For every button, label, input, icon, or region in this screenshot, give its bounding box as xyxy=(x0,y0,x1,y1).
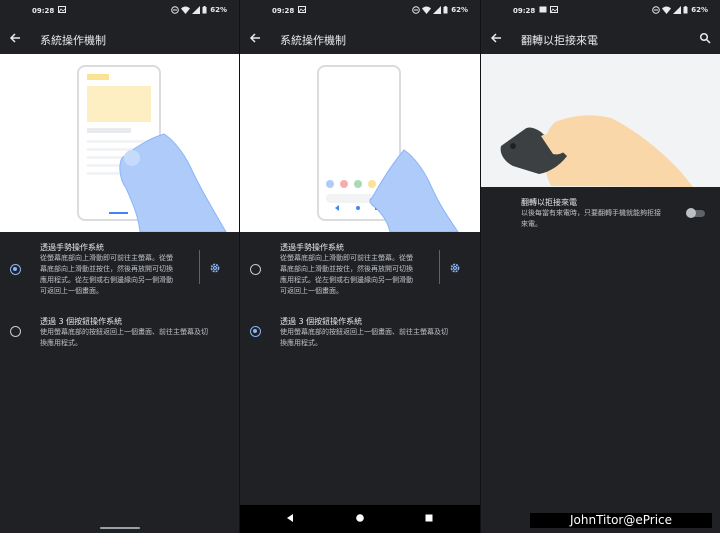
setting-desc-line: 以後每當有來電時，只要翻轉手機就能夠拒接 xyxy=(521,209,661,217)
photo-icon xyxy=(550,6,558,13)
app-bar: 系統操作機制 xyxy=(240,26,480,52)
flip-to-reject-setting[interactable]: 翻轉以拒接來電 以後每當有來電時，只要翻轉手機就能夠拒接 來電。 xyxy=(481,195,720,231)
option-title: 透過 3 個按鈕操作系統 xyxy=(280,317,363,326)
navigation-bar xyxy=(240,505,480,533)
option-desc-line: 從螢幕底部向上滑動即可前往主螢幕。從螢 xyxy=(280,254,413,262)
toggle-knob xyxy=(686,208,696,218)
signal-icon xyxy=(673,6,682,14)
photo-icon xyxy=(58,6,66,13)
page-title: 翻轉以拒接來電 xyxy=(521,34,598,47)
gesture-selected-screen: 09:28 62% 系統操作機制 透過手勢操作系統 從螢幕底部向上滑動即可前往主… xyxy=(0,0,239,533)
page-title: 系統操作機制 xyxy=(40,34,106,47)
search-icon[interactable] xyxy=(699,32,711,44)
option-desc-line: 換應用程式。 xyxy=(40,339,82,347)
wifi-icon xyxy=(662,6,672,14)
wifi-icon xyxy=(181,6,191,14)
dnd-icon xyxy=(171,6,180,14)
watermark: JohnTitor@ePrice xyxy=(530,513,712,528)
option-desc-line: 幕底部向上滑動並按住，然後再放開可切換 xyxy=(40,265,173,273)
option-desc-line: 應用程式。從左側或右側邊緣向另一側滑動 xyxy=(40,276,173,284)
three-button-illustration xyxy=(240,54,480,232)
gear-icon[interactable] xyxy=(209,262,221,274)
option-desc-line: 應用程式。從左側或右側邊緣向另一側滑動 xyxy=(280,276,413,284)
three-button-navigation-option[interactable]: 透過 3 個按鈕操作系統 使用螢幕底部的按鈕返回上一個畫面、前往主螢幕及切 換應… xyxy=(240,312,480,350)
option-desc-line: 可返回上一個畫面。 xyxy=(280,287,343,295)
photo-icon xyxy=(298,6,306,13)
option-desc-line: 使用螢幕底部的按鈕返回上一個畫面、前往主螢幕及切 xyxy=(280,328,448,336)
phone-buttons-image xyxy=(317,65,459,232)
recents-square-icon[interactable] xyxy=(424,513,434,523)
signal-icon xyxy=(192,6,201,14)
page-title: 系統操作機制 xyxy=(280,34,346,47)
status-bar: 09:28 62% xyxy=(240,0,480,22)
gesture-radio[interactable] xyxy=(250,264,261,275)
option-desc-line: 幕底部向上滑動並按住，然後再放開可切換 xyxy=(280,265,413,273)
dnd-icon xyxy=(412,6,421,14)
back-arrow-icon[interactable] xyxy=(490,32,502,44)
setting-desc-line: 來電。 xyxy=(521,220,542,228)
gesture-navigation-option[interactable]: 透過手勢操作系統 從螢幕底部向上滑動即可前往主螢幕。從螢 幕底部向上滑動並按住，… xyxy=(0,236,239,298)
battery-icon xyxy=(443,6,448,14)
divider xyxy=(439,250,440,284)
gesture-navigation-option[interactable]: 透過手勢操作系統 從螢幕底部向上滑動即可前往主螢幕。從螢 幕底部向上滑動並按住，… xyxy=(240,236,480,298)
flip-toggle[interactable] xyxy=(686,208,705,218)
dnd-icon xyxy=(652,6,661,14)
gesture-radio[interactable] xyxy=(10,264,21,275)
option-desc-line: 可返回上一個畫面。 xyxy=(40,287,103,295)
home-circle-icon[interactable] xyxy=(355,513,365,523)
battery-level: 62% xyxy=(691,6,708,14)
divider xyxy=(199,250,200,284)
gesture-home-bar[interactable] xyxy=(100,527,140,529)
flip-phone-illustration xyxy=(481,54,720,187)
option-title: 透過手勢操作系統 xyxy=(280,243,344,252)
three-button-selected-screen: 09:28 62% 系統操作機制 透過手勢操作系統 從螢幕底部向上滑動即可前往主… xyxy=(240,0,480,533)
status-bar: 09:28 62% xyxy=(481,0,720,22)
app-bar: 系統操作機制 xyxy=(0,26,239,52)
three-button-navigation-option[interactable]: 透過 3 個按鈕操作系統 使用螢幕底部的按鈕返回上一個畫面、前往主螢幕及切 換應… xyxy=(0,312,239,350)
status-time: 09:28 xyxy=(272,7,295,15)
gesture-illustration xyxy=(0,54,239,232)
option-title: 透過 3 個按鈕操作系統 xyxy=(40,317,123,326)
wifi-icon xyxy=(422,6,432,14)
back-arrow-icon[interactable] xyxy=(249,32,261,44)
battery-icon xyxy=(683,6,688,14)
option-desc-line: 從螢幕底部向上滑動即可前往主螢幕。從螢 xyxy=(40,254,173,262)
gear-icon[interactable] xyxy=(449,262,461,274)
battery-level: 62% xyxy=(451,6,468,14)
back-triangle-icon[interactable] xyxy=(285,513,295,523)
flip-to-reject-screen: 09:28 62% 翻轉以拒接來電 翻轉以拒接來電 以後每當有來電時，只要翻轉手 xyxy=(481,0,720,533)
option-desc-line: 使用螢幕底部的按鈕返回上一個畫面、前往主螢幕及切 xyxy=(40,328,208,336)
status-time: 09:28 xyxy=(513,7,536,15)
back-arrow-icon[interactable] xyxy=(9,32,21,44)
signal-icon xyxy=(433,6,442,14)
status-bar: 09:28 62% xyxy=(0,0,239,22)
option-desc-line: 換應用程式。 xyxy=(280,339,322,347)
three-button-radio[interactable] xyxy=(250,326,261,337)
app-bar: 翻轉以拒接來電 xyxy=(481,26,720,52)
status-time: 09:28 xyxy=(32,7,55,15)
setting-title: 翻轉以拒接來電 xyxy=(521,198,577,207)
battery-level: 62% xyxy=(210,6,227,14)
battery-icon xyxy=(202,6,207,14)
three-button-radio[interactable] xyxy=(10,326,21,337)
option-title: 透過手勢操作系統 xyxy=(40,243,104,252)
phone-gesture-image xyxy=(77,65,227,232)
hand-flipping-phone-image xyxy=(500,115,693,187)
image-icon xyxy=(539,6,547,13)
